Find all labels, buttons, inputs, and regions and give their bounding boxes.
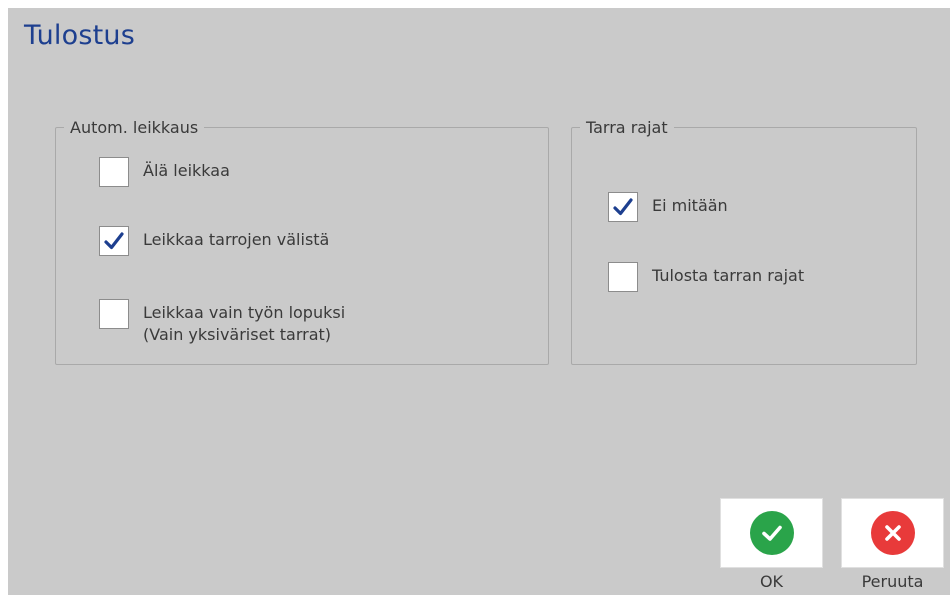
print-settings-screen: Tulostus Autom. leikkaus Älä leikkaa Lei… [8,8,950,595]
option-no-cut-label: Älä leikkaa [143,161,230,180]
checkbox-cut-between-labels[interactable] [99,226,129,256]
ok-button[interactable] [720,498,823,568]
label-borders-legend: Tarra rajat [586,118,668,137]
option-border-none-label: Ei mitään [652,196,728,215]
cancel-button-label: Peruuta [861,572,924,591]
option-border-none[interactable]: Ei mitään [608,192,728,222]
option-cut-between-labels[interactable]: Leikkaa tarrojen välistä [99,226,329,256]
checkbox-no-cut[interactable] [99,157,129,187]
option-cut-end-of-job-label: Leikkaa vain työn lopuksi [143,303,346,322]
page-title: Tulostus [24,20,135,51]
auto-cut-legend: Autom. leikkaus [70,118,199,137]
option-print-borders[interactable]: Tulosta tarran rajat [608,262,804,292]
checkbox-cut-end-of-job[interactable] [99,299,129,329]
ok-button-label: OK [759,572,784,591]
option-print-borders-label: Tulosta tarran rajat [652,266,805,285]
checkmark-icon [104,232,124,250]
check-icon [749,511,794,555]
option-cut-end-of-job-sublabel: (Vain yksiväriset tarrat) [143,325,332,344]
label-borders-group: Tarra rajat [571,118,917,365]
checkbox-border-none[interactable] [608,192,638,222]
close-icon [870,511,915,555]
option-no-cut[interactable]: Älä leikkaa [99,157,230,187]
checkmark-icon [613,198,633,216]
option-cut-between-labels-label: Leikkaa tarrojen välistä [143,230,330,249]
checkbox-print-borders[interactable] [608,262,638,292]
option-cut-end-of-job[interactable]: Leikkaa vain työn lopuksi (Vain yksiväri… [99,299,345,346]
cancel-button[interactable] [841,498,944,568]
